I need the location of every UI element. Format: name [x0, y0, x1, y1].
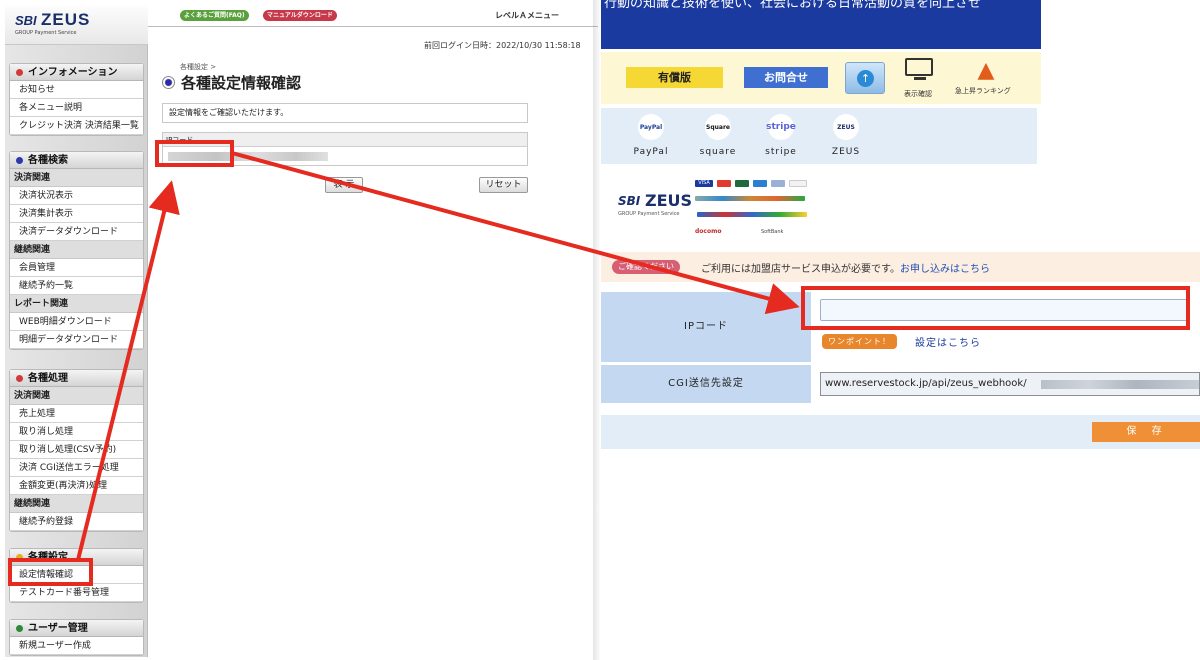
arrow-to-ip-input — [231, 151, 800, 315]
arrow-to-ip-code — [76, 180, 180, 561]
annotation-arrows — [76, 151, 800, 561]
